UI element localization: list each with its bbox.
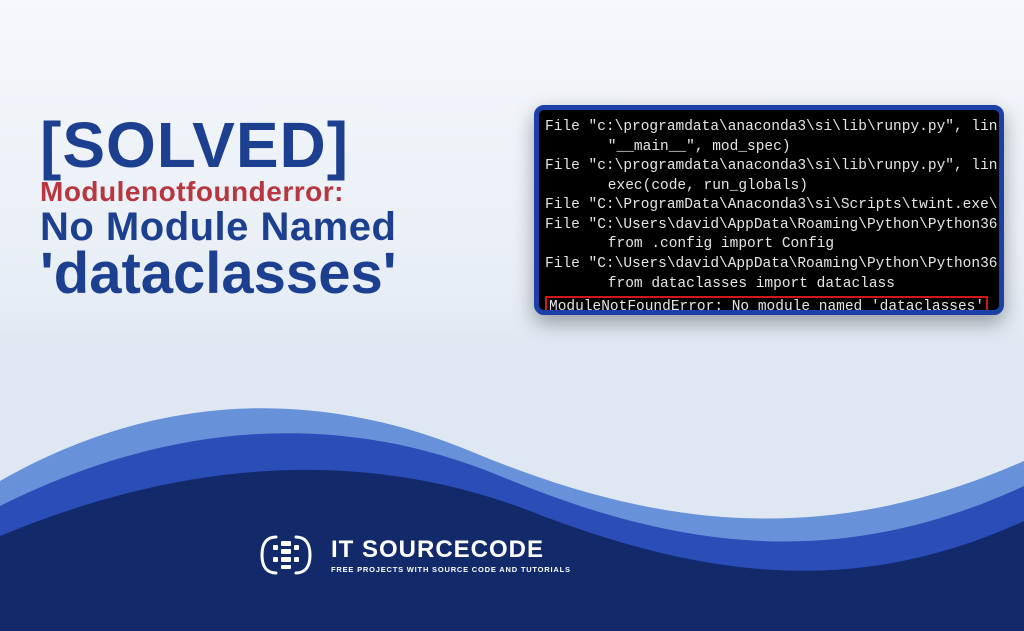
headline-module-name: 'dataclasses' (40, 246, 510, 301)
terminal-line: File "C:\ProgramData\Anaconda3\si\Script… (545, 196, 999, 216)
terminal-line: from dataclasses import dataclass (545, 275, 999, 295)
wave-svg (0, 371, 1024, 631)
terminal-line: File "c:\programdata\anaconda3\si\lib\ru… (545, 157, 999, 177)
terminal-line: "__main__", mod_spec) (545, 138, 999, 158)
decorative-waves (0, 371, 1024, 631)
brand-logo-text: IT SOURCECODE FREE PROJECTS WITH SOURCE … (331, 536, 571, 574)
headline-solved: [SOLVED] (40, 115, 510, 176)
terminal-line: File "C:\Users\david\AppData\Roaming\Pyt… (545, 255, 999, 275)
brand-title: IT SOURCECODE (331, 536, 571, 564)
promo-canvas: [SOLVED] Modulenotfounderror: No Module … (0, 0, 1024, 631)
headline-error-name: Modulenotfounderror: (40, 178, 510, 206)
terminal-line: from .config import Config (545, 235, 999, 255)
terminal-line: exec(code, run_globals) (545, 177, 999, 197)
terminal-error-line: ModuleNotFoundError: No module named 'da… (545, 296, 988, 315)
brand-logo-icon (255, 531, 317, 579)
terminal-window: File "c:\programdata\anaconda3\si\lib\ru… (534, 105, 1004, 315)
terminal-line: File "C:\Users\david\AppData\Roaming\Pyt… (545, 216, 999, 236)
brand-logo-block: IT SOURCECODE FREE PROJECTS WITH SOURCE … (255, 531, 571, 579)
headline-block: [SOLVED] Modulenotfounderror: No Module … (40, 115, 510, 301)
terminal-line: File "c:\programdata\anaconda3\si\lib\ru… (545, 118, 999, 138)
brand-subtitle: FREE PROJECTS WITH SOURCE CODE AND TUTOR… (331, 565, 571, 574)
